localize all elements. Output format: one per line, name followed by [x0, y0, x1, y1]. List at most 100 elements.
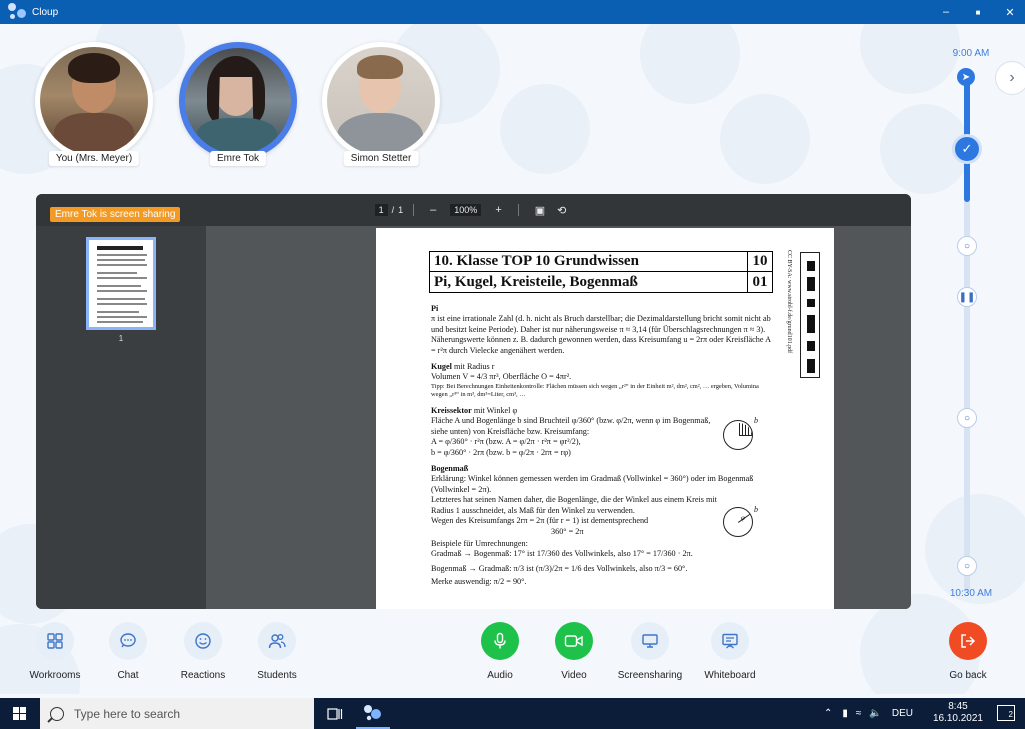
control-label: Audio: [487, 670, 513, 681]
control-label: Chat: [117, 670, 139, 681]
person-icon[interactable]: ○: [957, 236, 977, 256]
cc-license-logo-icon: [800, 252, 820, 378]
volume-icon[interactable]: 🔈: [869, 708, 881, 719]
go-back-button[interactable]: Go back: [928, 622, 1008, 681]
start-button[interactable]: [0, 698, 38, 729]
document-title: 10. Klasse TOP 10 Grundwissen: [430, 252, 748, 271]
checkmark-icon[interactable]: ✓: [952, 134, 982, 164]
maximize-button[interactable]: ■: [971, 8, 985, 17]
search-icon: [50, 706, 64, 721]
participant-name: You (Mrs. Meyer): [48, 151, 140, 166]
page-thumbnail[interactable]: [86, 237, 156, 330]
participant-video: [185, 48, 291, 154]
control-label: Workrooms: [29, 670, 81, 681]
whiteboard-icon: [711, 622, 749, 660]
screensharing-button[interactable]: Screensharing: [610, 622, 690, 681]
close-button[interactable]: ✕: [1003, 6, 1017, 19]
person-icon[interactable]: ○: [957, 408, 977, 428]
students-button[interactable]: Students: [237, 622, 317, 681]
figure-label: b: [754, 416, 758, 425]
battery-icon[interactable]: ▮: [842, 708, 848, 719]
paragraph-tip: Tipp: Bei Berechnungen Einheitenkontroll…: [431, 382, 759, 399]
wifi-icon[interactable]: ≈: [856, 708, 862, 719]
control-label: Screensharing: [617, 670, 683, 681]
whiteboard-button[interactable]: Whiteboard: [690, 622, 770, 681]
license-strip: CC BY-SA: www.strobl-f.de/grund101.pdf: [784, 250, 824, 382]
task-view-icon[interactable]: [320, 698, 350, 729]
document-header-table: 10. Klasse TOP 10 Grundwissen 10 Pi, Kuge…: [429, 251, 773, 293]
participant-tile[interactable]: You (Mrs. Meyer): [32, 42, 156, 166]
radian-circle-figure: [723, 507, 753, 537]
screen-share-panel: Emre Tok is screen sharing 1 / 1 – 100% …: [36, 194, 911, 609]
paragraph: Bogenmaß → Gradmaß: π/3 ist (π/3)/2π = 1…: [431, 563, 688, 573]
paragraph: Erklärung: Winkel können gemessen werden…: [431, 474, 754, 494]
document-number: 10: [752, 253, 768, 269]
monitor-icon: [631, 622, 669, 660]
control-label: Students: [257, 670, 297, 681]
paragraph: Beispiele für Umrechnungen:: [431, 538, 528, 548]
section-heading: Bogenmaß: [431, 464, 469, 474]
windows-taskbar: Type here to search ⌃ ▮ ≈ 🔈 DEU 8:45 16.…: [0, 698, 1025, 729]
document-subtitle: Pi, Kugel, Kreisteile, Bogenmaß: [430, 272, 748, 292]
chevron-up-icon[interactable]: ⌃: [824, 708, 832, 719]
notification-center-icon[interactable]: 2: [997, 705, 1015, 721]
screen-sharing-badge: Emre Tok is screen sharing: [50, 207, 181, 222]
workrooms-button[interactable]: Workrooms: [15, 622, 95, 681]
rotate-icon[interactable]: ⟲: [557, 204, 566, 217]
notification-count: 2: [1008, 710, 1013, 719]
section-heading: Kugel: [431, 362, 452, 372]
participant-name: Emre Tok: [209, 151, 267, 166]
page-number-input[interactable]: 1: [374, 204, 388, 216]
document-body: Pi π ist eine irrationale Zahl (d. h. ni…: [431, 300, 776, 588]
cloup-taskbar-icon[interactable]: [356, 698, 390, 729]
exit-icon: [949, 622, 987, 660]
grid-icon: [36, 622, 74, 660]
taskbar-clock[interactable]: 8:45 16.10.2021: [933, 701, 983, 725]
fit-page-icon[interactable]: ▣: [535, 204, 545, 217]
rocket-icon[interactable]: ➤: [957, 68, 975, 86]
thumbnail-page-number: 1: [118, 334, 124, 343]
chat-button[interactable]: Chat: [88, 622, 168, 681]
chat-icon: [109, 622, 147, 660]
paragraph: Merke auswendig: π/2 = 90°.: [431, 577, 527, 587]
cloup-logo-icon: [6, 1, 28, 23]
timeline-end-time: 10:30 AM: [949, 588, 993, 599]
clock-date: 16.10.2021: [932, 713, 983, 724]
language-indicator[interactable]: DEU: [892, 708, 913, 719]
minimize-button[interactable]: –: [939, 6, 953, 18]
window-title: Cloup: [32, 6, 59, 18]
reactions-button[interactable]: Reactions: [163, 622, 243, 681]
zoom-out-button[interactable]: –: [430, 204, 436, 216]
participant-tile-active[interactable]: Emre Tok: [176, 42, 300, 166]
smiley-icon: [184, 622, 222, 660]
control-label: Video: [561, 670, 587, 681]
people-icon: [258, 622, 296, 660]
participant-tile[interactable]: Simon Stetter: [319, 42, 443, 166]
audio-button[interactable]: Audio: [460, 622, 540, 681]
pause-icon[interactable]: ❚❚: [957, 287, 977, 307]
formula: b = φ/360° · 2rπ (bzw. b = φ/2π · 2rπ = …: [431, 447, 571, 457]
person-icon[interactable]: ○: [957, 556, 977, 576]
zoom-level[interactable]: 100%: [450, 204, 482, 216]
search-placeholder: Type here to search: [74, 706, 181, 721]
taskbar-search-input[interactable]: Type here to search: [40, 698, 314, 729]
clock-time: 8:45: [948, 701, 968, 712]
section-heading: Pi: [431, 304, 439, 313]
paragraph: π ist eine irrationale Zahl (d. h. nicht…: [431, 314, 771, 355]
video-button[interactable]: Video: [534, 622, 614, 681]
control-label: Reactions: [180, 670, 226, 681]
participant-video: [40, 47, 148, 155]
figure-label: b: [754, 505, 758, 514]
participant-name: Simon Stetter: [343, 151, 419, 166]
license-text: CC BY-SA: www.strobl-f.de/grund101.pdf: [786, 250, 792, 354]
circle-sector-figure: [723, 420, 753, 450]
pdf-viewer[interactable]: 10. Klasse TOP 10 Grundwissen 10 Pi, Kuge…: [206, 226, 911, 609]
pdf-page: 10. Klasse TOP 10 Grundwissen 10 Pi, Kuge…: [376, 228, 834, 609]
chevron-right-icon[interactable]: ›: [995, 61, 1025, 95]
microphone-icon: [481, 622, 519, 660]
system-tray: ⌃ ▮ ≈ 🔈 DEU: [824, 698, 913, 729]
zoom-in-button[interactable]: +: [495, 204, 501, 216]
thumbnail-pane: 1: [36, 226, 206, 609]
page-separator: /: [391, 205, 395, 215]
participant-video: [327, 47, 435, 155]
